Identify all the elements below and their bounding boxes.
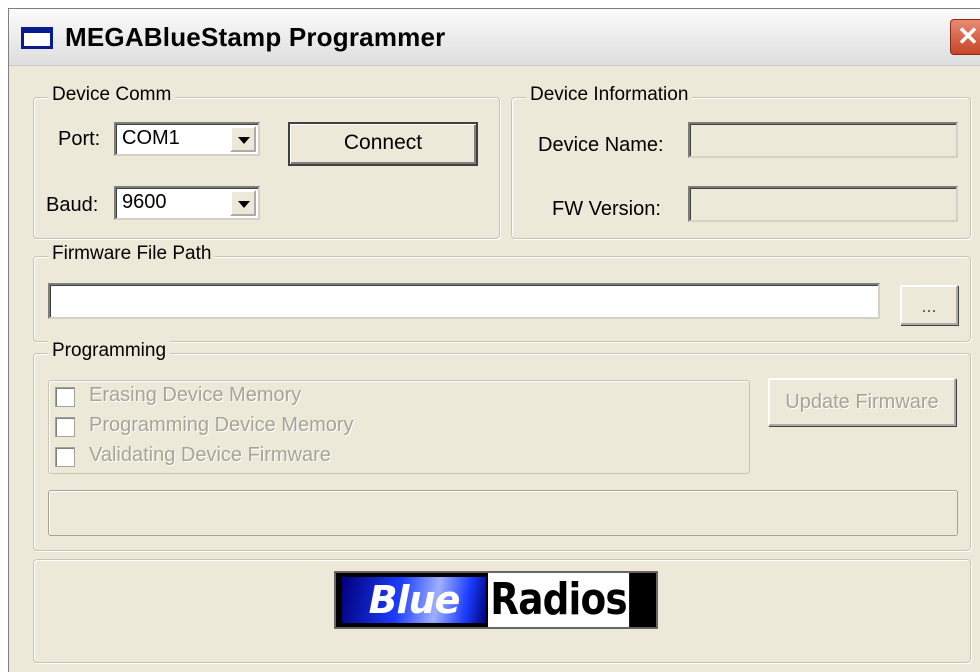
title-bar[interactable]: MEGABlueStamp Programmer ✕: [9, 9, 980, 66]
firmware-path-legend: Firmware File Path: [48, 243, 216, 265]
close-icon: ✕: [957, 21, 979, 51]
connect-button[interactable]: Connect: [288, 122, 478, 166]
port-select[interactable]: COM1: [114, 122, 260, 156]
step-validating-checkbox: [55, 447, 75, 467]
window-app-icon: [21, 27, 53, 49]
programming-group: Programming Erasing Device Memory Progra…: [33, 340, 971, 551]
device-name-label: Device Name:: [538, 134, 664, 156]
fw-version-label: FW Version:: [552, 198, 661, 220]
blueradios-logo: Blue Radios: [334, 571, 658, 629]
step-validating-label: Validating Device Firmware: [89, 444, 331, 466]
device-info-group: Device Information Device Name: FW Versi…: [511, 84, 971, 239]
window-title: MEGABlueStamp Programmer: [65, 22, 446, 52]
port-value: COM1: [122, 127, 180, 149]
chevron-down-icon[interactable]: [230, 190, 256, 216]
browse-button[interactable]: ...: [900, 285, 958, 325]
logo-radios-text: Radios: [488, 573, 630, 627]
baud-select[interactable]: 9600: [114, 186, 260, 220]
close-button[interactable]: ✕: [950, 19, 980, 55]
step-programming-checkbox: [55, 417, 75, 437]
update-firmware-button[interactable]: Update Firmware: [768, 378, 956, 426]
device-comm-group: Device Comm Port: COM1 Connect Baud: 960…: [33, 84, 500, 239]
baud-label: Baud:: [46, 194, 99, 216]
firmware-path-group: Firmware File Path ...: [33, 243, 971, 342]
baud-value: 9600: [122, 191, 167, 213]
programming-legend: Programming: [48, 340, 171, 362]
programming-steps-panel: Erasing Device Memory Programming Device…: [48, 380, 750, 474]
logo-blue-text: Blue: [342, 577, 486, 623]
step-programming-label: Programming Device Memory: [89, 414, 354, 436]
chevron-down-icon[interactable]: [230, 126, 256, 152]
step-erasing-checkbox: [55, 387, 75, 407]
device-comm-legend: Device Comm: [48, 84, 176, 106]
fw-version-field: [688, 186, 958, 222]
device-name-field: [688, 122, 958, 158]
step-erasing-label: Erasing Device Memory: [89, 384, 302, 406]
programming-progress-bar: [48, 490, 958, 536]
firmware-path-input[interactable]: [48, 283, 880, 319]
device-info-legend: Device Information: [526, 84, 693, 106]
port-label: Port:: [58, 128, 101, 150]
